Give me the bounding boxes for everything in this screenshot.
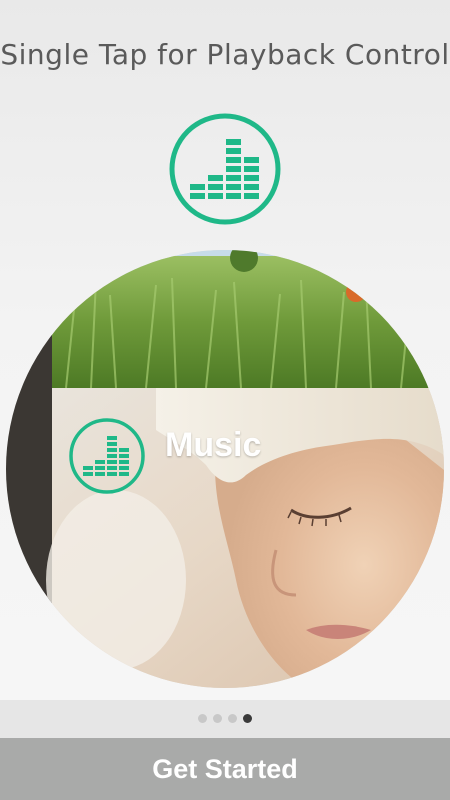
music-card-label: Music xyxy=(165,426,262,464)
get-started-button[interactable]: Get Started xyxy=(0,738,450,800)
page-indicator-dot[interactable] xyxy=(213,714,222,723)
page-indicator-dot[interactable] xyxy=(198,714,207,723)
page-indicator-dot[interactable] xyxy=(228,714,237,723)
page-indicator-dot-active[interactable] xyxy=(243,714,252,723)
equalizer-logo-icon xyxy=(169,113,281,225)
preview-circle: Music xyxy=(6,250,444,688)
page-indicator xyxy=(0,714,450,724)
equalizer-logo-icon xyxy=(69,418,145,494)
page-title: Single Tap for Playback Control xyxy=(0,38,450,71)
